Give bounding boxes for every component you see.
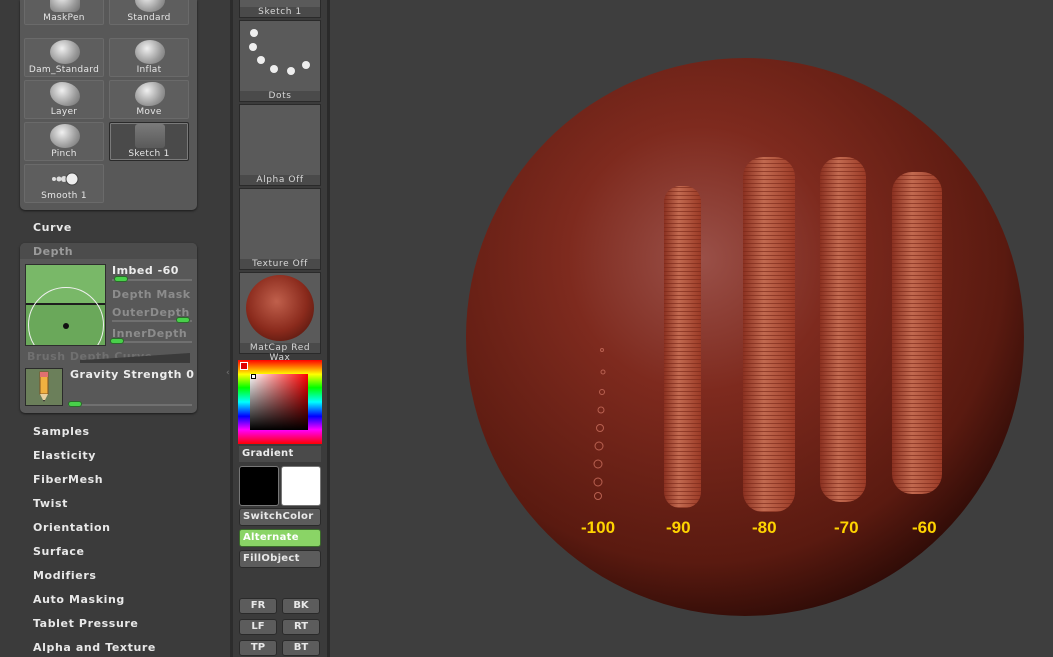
maskpen-brush-icon bbox=[50, 0, 80, 12]
brush-smooth-1[interactable]: Smooth 1 bbox=[24, 164, 104, 203]
left-shelf: Sketch 1 Dots Alpha Off Texture Off MatC… bbox=[233, 0, 327, 657]
pinch-brush-icon bbox=[50, 124, 80, 148]
sculpt-sphere[interactable] bbox=[330, 0, 1053, 657]
menu-curve[interactable]: Curve bbox=[33, 221, 72, 234]
fill-object-button[interactable]: FillObject bbox=[239, 550, 321, 568]
depth-mask-button[interactable]: Depth Mask bbox=[112, 288, 191, 301]
depth-marker-icon bbox=[63, 323, 69, 329]
color-picker[interactable] bbox=[238, 360, 322, 444]
color-saturation-field[interactable] bbox=[250, 374, 308, 430]
menu-orientation[interactable]: Orientation bbox=[33, 521, 111, 534]
inflat-brush-icon bbox=[135, 40, 165, 64]
tool-palette: MaskPen Standard Dam_Standard Inflat Lay… bbox=[0, 0, 230, 657]
brush-maskpen[interactable]: MaskPen bbox=[24, 0, 104, 25]
stroke-60 bbox=[892, 172, 942, 494]
menu-alpha-and-texture[interactable]: Alpha and Texture bbox=[33, 641, 156, 654]
stroke-selector[interactable]: Dots bbox=[239, 20, 321, 102]
gravity-strength-label: Gravity Strength 0 bbox=[70, 368, 195, 381]
view-bottom-button[interactable]: BT bbox=[282, 640, 320, 656]
layer-brush-icon bbox=[50, 82, 80, 106]
imbed-slider-knob[interactable] bbox=[114, 276, 128, 282]
gravity-preview[interactable] bbox=[25, 368, 63, 406]
depth-label-100: -100 bbox=[581, 518, 616, 537]
stroke-90 bbox=[664, 186, 701, 508]
view-front-button[interactable]: FR bbox=[239, 598, 277, 614]
menu-elasticity[interactable]: Elasticity bbox=[33, 449, 96, 462]
brush-dam-standard[interactable]: Dam_Standard bbox=[24, 38, 104, 77]
brush-palette: MaskPen Standard Dam_Standard Inflat Lay… bbox=[20, 0, 197, 210]
menu-twist[interactable]: Twist bbox=[33, 497, 68, 510]
menu-modifiers[interactable]: Modifiers bbox=[33, 569, 97, 582]
brush-layer[interactable]: Layer bbox=[24, 80, 104, 119]
menu-fibermesh[interactable]: FiberMesh bbox=[33, 473, 103, 486]
texture-selector[interactable]: Texture Off bbox=[239, 188, 321, 270]
dots-stroke-icon bbox=[249, 29, 310, 75]
move-brush-icon bbox=[135, 82, 165, 106]
main-color-indicator bbox=[240, 362, 248, 370]
view-left-button[interactable]: LF bbox=[239, 619, 277, 635]
inner-depth-slider[interactable] bbox=[112, 341, 192, 343]
collapse-arrow-icon[interactable]: ‹ bbox=[226, 368, 230, 378]
gradient-button[interactable]: Gradient bbox=[239, 446, 321, 462]
alternate-button[interactable]: Alternate bbox=[239, 529, 321, 547]
depth-label-60: -60 bbox=[912, 518, 937, 537]
color-cursor[interactable] bbox=[251, 374, 256, 379]
inner-depth-slider-knob[interactable] bbox=[110, 338, 124, 344]
material-selector[interactable]: MatCap Red Wax bbox=[239, 272, 321, 363]
brush-depth-curve-graph[interactable] bbox=[80, 349, 190, 363]
menu-surface[interactable]: Surface bbox=[33, 545, 85, 558]
depth-label-90: -90 bbox=[666, 518, 691, 537]
depth-label-70: -70 bbox=[834, 518, 859, 537]
matcap-sphere-icon bbox=[246, 275, 314, 341]
menu-auto-masking[interactable]: Auto Masking bbox=[33, 593, 125, 606]
smooth-dots-brush-icon bbox=[52, 172, 79, 186]
pencil-icon bbox=[39, 371, 49, 402]
gravity-strength-slider-knob[interactable] bbox=[68, 401, 82, 407]
outer-depth-slider-knob[interactable] bbox=[176, 317, 190, 323]
stroke-70 bbox=[820, 157, 866, 502]
switch-color-button[interactable]: SwitchColor bbox=[239, 508, 321, 526]
view-top-button[interactable]: TP bbox=[239, 640, 277, 656]
depth-subpalette: Depth Imbed -60 Depth Mask OuterDepth In… bbox=[20, 243, 197, 413]
menu-samples[interactable]: Samples bbox=[33, 425, 90, 438]
stroke-80 bbox=[743, 157, 795, 512]
current-brush-thumbnail[interactable]: Sketch 1 bbox=[239, 0, 321, 18]
brush-move[interactable]: Move bbox=[109, 80, 189, 119]
brush-inflat[interactable]: Inflat bbox=[109, 38, 189, 77]
depth-header[interactable]: Depth bbox=[20, 243, 197, 259]
standard-brush-icon bbox=[135, 0, 165, 12]
view-right-button[interactable]: RT bbox=[282, 619, 320, 635]
gravity-strength-slider[interactable] bbox=[68, 404, 192, 406]
secondary-color-swatch[interactable] bbox=[281, 466, 321, 506]
brush-sketch-1[interactable]: Sketch 1 bbox=[109, 122, 189, 161]
brush-standard[interactable]: Standard bbox=[109, 0, 189, 25]
depth-label-80: -80 bbox=[752, 518, 777, 537]
dam-standard-brush-icon bbox=[50, 40, 80, 64]
brush-pinch[interactable]: Pinch bbox=[24, 122, 104, 161]
view-back-button[interactable]: BK bbox=[282, 598, 320, 614]
canvas-viewport[interactable]: -100 -90 -80 -70 -60 bbox=[330, 0, 1053, 657]
depth-preview[interactable] bbox=[25, 264, 106, 346]
menu-tablet-pressure[interactable]: Tablet Pressure bbox=[33, 617, 138, 630]
alpha-selector[interactable]: Alpha Off bbox=[239, 104, 321, 186]
sketch-brush-icon bbox=[135, 124, 165, 148]
main-color-swatch[interactable] bbox=[239, 466, 279, 506]
